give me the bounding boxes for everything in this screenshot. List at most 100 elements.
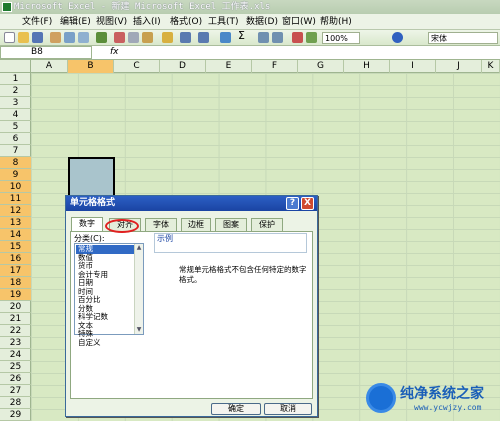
- menu-insert[interactable]: 插入(I): [133, 16, 161, 28]
- row-header[interactable]: 2: [0, 85, 31, 97]
- help-button[interactable]: ?: [286, 197, 299, 210]
- undo-icon[interactable]: [180, 32, 191, 43]
- ok-button[interactable]: 确定: [211, 403, 261, 415]
- close-button[interactable]: X: [301, 197, 314, 210]
- menu-edit[interactable]: 编辑(E): [60, 16, 91, 28]
- tab-patterns[interactable]: 图案: [215, 218, 247, 231]
- column-header-b[interactable]: B: [68, 60, 114, 73]
- row-header[interactable]: 20: [0, 301, 31, 313]
- menu-help[interactable]: 帮助(H): [320, 16, 352, 28]
- hyperlink-icon[interactable]: [220, 32, 231, 43]
- drawing-icon[interactable]: [306, 32, 317, 43]
- row-header[interactable]: 17: [0, 265, 31, 277]
- font-select[interactable]: 宋体: [428, 32, 498, 44]
- autosum-icon[interactable]: Σ: [238, 30, 245, 42]
- row-header[interactable]: 26: [0, 373, 31, 385]
- spelling-icon[interactable]: [96, 32, 107, 43]
- row-header[interactable]: 28: [0, 397, 31, 409]
- row-header[interactable]: 9: [0, 169, 31, 181]
- column-header-a[interactable]: A: [31, 60, 68, 73]
- row-header[interactable]: 12: [0, 205, 31, 217]
- dialog-title-bar: 单元格格式 ? X: [66, 196, 317, 211]
- menu-view[interactable]: 视图(V): [96, 16, 127, 28]
- name-box[interactable]: B8: [0, 46, 92, 59]
- number-tab-panel: 分类(C): 常规 数值 货币 会计专用 日期 时间 百分比 分数 科学记数 文…: [70, 231, 313, 399]
- permission-icon[interactable]: [50, 32, 61, 43]
- row-header[interactable]: 27: [0, 385, 31, 397]
- tab-number[interactable]: 数字: [71, 217, 103, 231]
- sort-ascending-icon[interactable]: [258, 32, 269, 43]
- watermark-name: 纯净系统之家: [400, 386, 484, 402]
- menu-bar: 文件(F) 编辑(E) 视图(V) 插入(I) 格式(O) 工具(T) 数据(D…: [0, 14, 500, 30]
- print-preview-icon[interactable]: [78, 32, 89, 43]
- format-cells-dialog: 单元格格式 ? X 数字 对齐 字体 边框 图案 保护 分类(C): 常规 数值…: [65, 195, 318, 417]
- row-header[interactable]: 19: [0, 289, 31, 301]
- watermark-url: www.ycwjzy.com: [414, 403, 482, 412]
- row-header[interactable]: 1: [0, 73, 31, 85]
- column-header-d[interactable]: D: [160, 60, 206, 73]
- column-header-h[interactable]: H: [344, 60, 390, 73]
- menu-data[interactable]: 数据(D): [246, 16, 278, 28]
- scroll-down-icon[interactable]: ▼: [135, 326, 143, 334]
- column-header-j[interactable]: J: [436, 60, 482, 73]
- help-icon[interactable]: [392, 32, 403, 43]
- menu-file[interactable]: 文件(F): [22, 16, 52, 28]
- row-header[interactable]: 16: [0, 253, 31, 265]
- row-header[interactable]: 7: [0, 145, 31, 157]
- redo-icon[interactable]: [198, 32, 209, 43]
- row-header[interactable]: 15: [0, 241, 31, 253]
- menu-tools[interactable]: 工具(T): [208, 16, 239, 28]
- row-header[interactable]: 21: [0, 313, 31, 325]
- excel-icon: [2, 2, 12, 12]
- copy-icon[interactable]: [128, 32, 139, 43]
- row-header[interactable]: 5: [0, 121, 31, 133]
- column-header-e[interactable]: E: [206, 60, 252, 73]
- tab-font[interactable]: 字体: [145, 218, 177, 231]
- category-list[interactable]: 常规 数值 货币 会计专用 日期 时间 百分比 分数 科学记数 文本 特殊 自定…: [74, 243, 144, 346]
- column-header-i[interactable]: I: [390, 60, 436, 73]
- sort-descending-icon[interactable]: [272, 32, 283, 43]
- format-description: 常规单元格格式不包含任何特定的数字格式。: [179, 265, 307, 284]
- row-header[interactable]: 22: [0, 325, 31, 337]
- tab-border[interactable]: 边框: [181, 218, 211, 231]
- row-header[interactable]: 8: [0, 157, 31, 169]
- cut-icon[interactable]: [114, 32, 125, 43]
- select-all-corner[interactable]: [0, 60, 31, 73]
- menu-window[interactable]: 窗口(W): [282, 16, 316, 28]
- column-header-g[interactable]: G: [298, 60, 344, 73]
- new-icon[interactable]: [4, 32, 15, 43]
- row-header[interactable]: 10: [0, 181, 31, 193]
- category-item[interactable]: 自定义: [76, 338, 134, 348]
- row-header[interactable]: 18: [0, 277, 31, 289]
- open-icon[interactable]: [18, 32, 29, 43]
- chart-wizard-icon[interactable]: [292, 32, 303, 43]
- watermark: 纯净系统之家 www.ycwjzy.com: [366, 381, 496, 417]
- row-header[interactable]: 3: [0, 97, 31, 109]
- zoom-select[interactable]: 100%: [322, 32, 360, 44]
- category-scrollbar[interactable]: ▲ ▼: [134, 244, 143, 334]
- paste-icon[interactable]: [142, 32, 153, 43]
- save-icon[interactable]: [32, 32, 43, 43]
- cancel-button[interactable]: 取消: [264, 403, 312, 415]
- sample-label: 示例: [157, 234, 173, 243]
- row-header[interactable]: 11: [0, 193, 31, 205]
- row-header[interactable]: 24: [0, 349, 31, 361]
- window-title-bar: Microsoft Excel - 新建 Microsoft Excel 工作表…: [0, 0, 500, 14]
- row-header[interactable]: 23: [0, 337, 31, 349]
- fx-icon[interactable]: fx: [110, 47, 119, 57]
- column-header-c[interactable]: C: [114, 60, 160, 73]
- format-painter-icon[interactable]: [162, 32, 173, 43]
- column-header-f[interactable]: F: [252, 60, 298, 73]
- row-header[interactable]: 13: [0, 217, 31, 229]
- print-icon[interactable]: [64, 32, 75, 43]
- tab-protection[interactable]: 保护: [251, 218, 283, 231]
- column-header-k[interactable]: K: [482, 60, 500, 73]
- row-header[interactable]: 4: [0, 109, 31, 121]
- row-header[interactable]: 14: [0, 229, 31, 241]
- row-header[interactable]: 29: [0, 409, 31, 421]
- row-header[interactable]: 6: [0, 133, 31, 145]
- row-header[interactable]: 25: [0, 361, 31, 373]
- menu-format[interactable]: 格式(O): [170, 16, 202, 28]
- scroll-up-icon[interactable]: ▲: [135, 244, 143, 252]
- help-glyph: ?: [289, 198, 296, 208]
